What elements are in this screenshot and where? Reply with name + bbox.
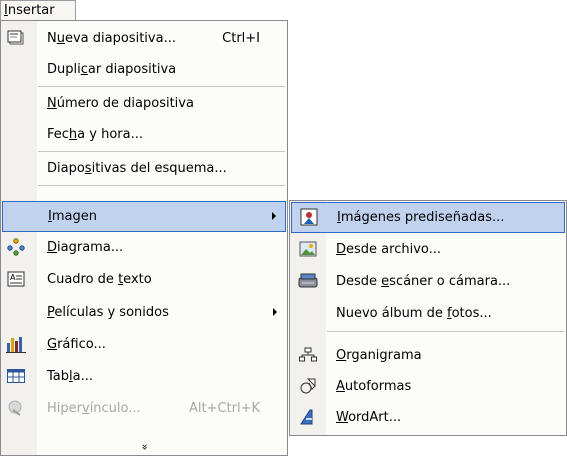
submenu-item-clip-art[interactable]: Imágenes prediseñadas... [291, 202, 565, 233]
menu-item-label: Duplicar diapositiva [47, 62, 177, 77]
scanner-icon [296, 270, 320, 292]
menu-item-label: Diapositivas del esquema... [47, 161, 227, 176]
menu-item-chart[interactable]: Gráfico... [2, 329, 286, 360]
menu-item-movies-sounds[interactable]: Películas y sonidos [2, 297, 286, 328]
menu-item-picture[interactable]: Imagen [2, 201, 286, 232]
submenu-item-org-chart[interactable]: Organigrama [291, 340, 565, 371]
from-file-icon [296, 238, 320, 260]
menu-item-label: Desde archivo... [336, 242, 442, 257]
submenu-item-autoshapes[interactable]: Autoformas [291, 371, 565, 402]
clip-art-icon [297, 206, 321, 228]
submenu-item-from-file[interactable]: Desde archivo... [291, 234, 565, 265]
diagram-icon [4, 236, 28, 258]
menu-item-label: Fecha y hora... [47, 127, 143, 142]
org-chart-icon [296, 344, 320, 366]
text-box-icon: A [4, 268, 28, 290]
menu-item-slides-from-outline[interactable]: Diapositivas del esquema... [2, 153, 286, 184]
menu-item-slide-number[interactable]: Número de diapositiva [2, 88, 286, 119]
menu-item-hyperlink: Hipervínculo... Alt+Ctrl+K [2, 393, 286, 424]
menu-insertar-label: nsertar [7, 3, 55, 18]
menu-item-label: Nueva diapositiva... [47, 31, 176, 46]
menu-item-label: Desde escáner o cámara... [336, 274, 511, 289]
menu-item-label: Organigrama [336, 348, 422, 363]
menu-item-label: Tabla... [47, 369, 94, 384]
menu-item-label: Cuadro de texto [47, 272, 152, 287]
shortcut-label: Alt+Ctrl+K [188, 401, 260, 416]
menu-item-label: Hipervínculo... [47, 401, 141, 416]
picture-submenu: Imágenes prediseñadas... Desde archivo..… [289, 200, 567, 436]
wordart-icon [296, 406, 320, 428]
autoshapes-icon [296, 375, 320, 397]
menu-item-label: Número de diapositiva [47, 96, 194, 111]
menu-item-label: Imágenes prediseñadas... [337, 210, 505, 225]
menu-separator [38, 151, 285, 152]
menu-item-table[interactable]: Tabla... [2, 361, 286, 392]
svg-text:A: A [10, 273, 16, 282]
menu-insertar[interactable]: Insertar [0, 0, 76, 21]
insert-menu: Nueva diapositiva... Ctrl+I Duplicar dia… [0, 20, 288, 456]
menu-item-diagram[interactable]: Diagrama... [2, 232, 286, 263]
submenu-item-from-scanner[interactable]: Desde escáner o cámara... [291, 266, 565, 297]
menu-item-label: WordArt... [336, 410, 402, 425]
menu-item-text-box[interactable]: A Cuadro de texto [2, 264, 286, 295]
expand-menu-chevron-icon[interactable]: » [1, 441, 287, 453]
menu-item-label: Imagen [48, 209, 97, 224]
submenu-arrow-icon [272, 212, 276, 220]
menu-item-label: Películas y sonidos [47, 305, 169, 320]
new-slide-icon [4, 27, 28, 49]
menu-item-new-slide[interactable]: Nueva diapositiva... Ctrl+I [2, 23, 286, 54]
submenu-item-new-photo-album[interactable]: Nuevo álbum de fotos... [291, 298, 565, 329]
menu-item-label: Nuevo álbum de fotos... [336, 306, 492, 321]
hyperlink-icon [4, 397, 28, 419]
table-icon [4, 365, 28, 387]
menu-item-label: Diagrama... [47, 240, 124, 255]
shortcut-label: Ctrl+I [222, 31, 260, 46]
menu-item-label: Autoformas [336, 379, 412, 394]
menu-item-duplicate-slide[interactable]: Duplicar diapositiva [2, 54, 286, 85]
chart-icon [4, 333, 28, 355]
menu-separator [327, 331, 564, 332]
menu-separator [38, 185, 285, 186]
submenu-arrow-icon [273, 308, 277, 316]
menu-item-label: Gráfico... [47, 337, 106, 352]
submenu-item-wordart[interactable]: WordArt... [291, 402, 565, 433]
menu-separator [38, 86, 285, 87]
menu-item-date-time[interactable]: Fecha y hora... [2, 119, 286, 150]
